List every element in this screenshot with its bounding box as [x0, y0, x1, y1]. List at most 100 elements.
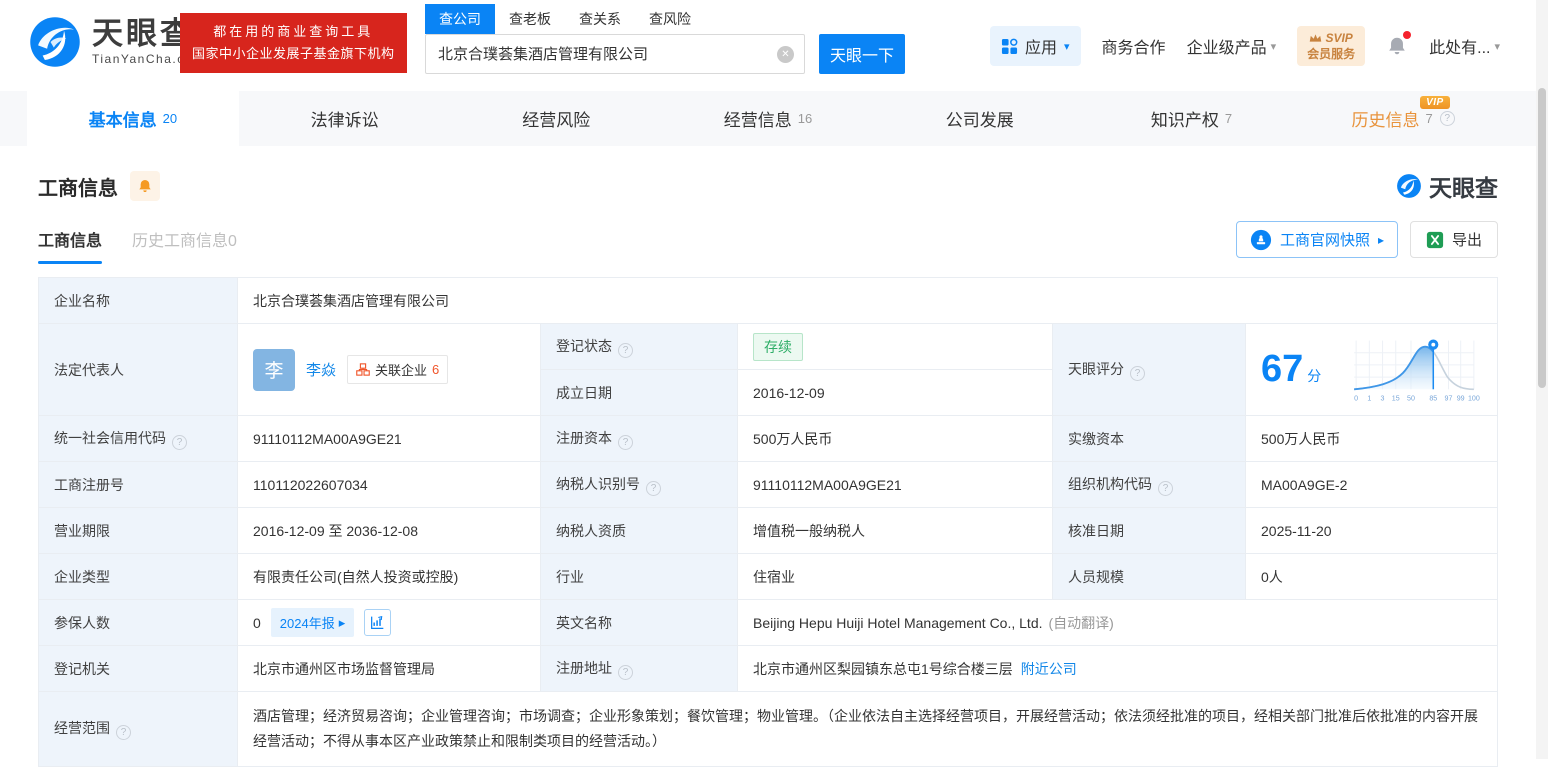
- tab-count: 7: [1425, 111, 1433, 126]
- help-icon[interactable]: ?: [172, 434, 187, 450]
- annual-report-badge[interactable]: 2024年报 ▸: [270, 608, 355, 637]
- tab-history-info[interactable]: VIP 历史信息 7 ?: [1297, 91, 1509, 146]
- excel-icon: [1426, 231, 1444, 248]
- tab-legal-litigation[interactable]: 法律诉讼: [239, 91, 451, 146]
- notifications-bell[interactable]: [1386, 31, 1412, 57]
- table-row: 参保人数 0 2024年报 ▸ 英文名称 Beijing Hepu Huiji …: [38, 599, 1498, 646]
- subtab-business-info[interactable]: 工商信息: [38, 227, 103, 264]
- business-cooperation-link[interactable]: 商务合作: [1102, 34, 1166, 58]
- tab-count: 20: [162, 111, 178, 126]
- table-row: 登记机关 北京市通州区市场监督管理局 注册地址? 北京市通州区梨园镇东总屯1号综…: [38, 645, 1498, 692]
- enterprise-products-link[interactable]: 企业级产品 ▾: [1187, 34, 1277, 58]
- apps-menu[interactable]: 应用 ▾: [990, 26, 1081, 67]
- staff-size-value: 0人: [1245, 553, 1498, 600]
- legal-rep-cell: 李 李焱 关联企业 6: [237, 323, 541, 416]
- svg-text:50: 50: [1407, 394, 1415, 402]
- industry-label: 行业: [540, 553, 738, 600]
- search-tab-company[interactable]: 查公司: [425, 4, 495, 34]
- caret-down-icon: ▾: [1494, 40, 1500, 53]
- user-name: 此处有...: [1429, 40, 1491, 58]
- tab-intellectual-property[interactable]: 知识产权 7: [1086, 91, 1298, 146]
- top-header: 天眼查 TianYanCha.com 都在用的商业查询工具 国家中小企业发展子基…: [0, 0, 1536, 91]
- nearby-companies-link[interactable]: 附近公司: [1021, 661, 1077, 677]
- score-distribution-chart: 0 1 3 15 50 85 97 99 100: [1354, 339, 1480, 402]
- scrollbar-thumb[interactable]: [1538, 88, 1546, 388]
- trend-chart-icon: [371, 615, 384, 629]
- promo-banner: 都在用的商业查询工具 国家中小企业发展子基金旗下机构: [180, 13, 407, 74]
- help-icon[interactable]: ?: [618, 664, 633, 680]
- watermark-text: 天眼查: [1429, 175, 1498, 201]
- export-button[interactable]: 导出: [1409, 221, 1498, 258]
- search-input[interactable]: [426, 35, 761, 71]
- paid-capital-value: 500万人民币: [1245, 415, 1498, 462]
- org-chart-icon: [356, 363, 370, 376]
- tab-basic-info[interactable]: 基本信息 20: [27, 91, 239, 146]
- auto-translate-note: (自动翻译): [1048, 614, 1114, 631]
- org-code-label: 组织机构代码?: [1052, 461, 1246, 508]
- approval-date-label: 核准日期: [1052, 507, 1246, 554]
- reg-number-label: 工商注册号: [38, 461, 238, 508]
- help-icon[interactable]: ?: [1130, 365, 1145, 381]
- tab-operating-info[interactable]: 经营信息 16: [662, 91, 874, 146]
- company-name-value: 北京合璞荟集酒店管理有限公司: [237, 277, 1498, 324]
- scrollbar[interactable]: [1536, 0, 1548, 759]
- table-row: 统一社会信用代码? 91110112MA00A9GE21 注册资本? 500万人…: [38, 415, 1498, 462]
- official-snapshot-button[interactable]: 工商官网快照 ▸: [1235, 221, 1398, 258]
- business-info-table: 企业名称 北京合璞荟集酒店管理有限公司 法定代表人 李 李焱 关联企业 6 登记…: [38, 277, 1498, 767]
- caret-right-icon: ▸: [1377, 232, 1384, 247]
- avatar[interactable]: 李: [253, 348, 295, 391]
- credit-code-value: 91110112MA00A9GE21: [237, 415, 541, 462]
- svg-text:99: 99: [1457, 394, 1465, 402]
- insured-label: 参保人数: [38, 599, 238, 646]
- help-icon[interactable]: ?: [1158, 480, 1173, 496]
- svip-member-badge[interactable]: SVIP 会员服务: [1297, 26, 1366, 67]
- clear-search-icon[interactable]: ✕: [777, 46, 794, 63]
- business-term-value: 2016-12-09 至 2036-12-08: [237, 507, 541, 554]
- notification-dot: [1403, 31, 1412, 40]
- subtab-history-business-info[interactable]: 历史工商信息0: [132, 227, 237, 264]
- tianyancha-logo-icon: [30, 17, 80, 67]
- search-tab-risk[interactable]: 查风险: [635, 4, 705, 34]
- monitor-bell-button[interactable]: [130, 171, 160, 201]
- svg-text:15: 15: [1392, 394, 1400, 402]
- company-section-tabs: 基本信息 20 法律诉讼 经营风险 经营信息 16 公司发展 知识产权 7 VI…: [0, 91, 1536, 146]
- vip-badge: VIP: [1420, 96, 1450, 109]
- help-icon[interactable]: ?: [116, 725, 131, 741]
- reg-number-value: 110112022607034: [237, 461, 541, 508]
- search-tab-relation[interactable]: 查关系: [565, 4, 635, 34]
- related-companies-badge[interactable]: 关联企业 6: [347, 355, 449, 384]
- promo-banner-line2: 国家中小企业发展子基金旗下机构: [192, 46, 395, 62]
- tab-label: 经营信息: [723, 111, 792, 130]
- user-menu[interactable]: 此处有... ▾: [1429, 34, 1500, 58]
- company-type-label: 企业类型: [38, 553, 238, 600]
- search-button[interactable]: 天眼一下: [819, 34, 905, 74]
- en-name-cell: Beijing Hepu Huiji Hotel Management Co.,…: [737, 599, 1498, 646]
- approval-date-value: 2025-11-20: [1245, 507, 1498, 554]
- search-tab-boss[interactable]: 查老板: [495, 4, 565, 34]
- svg-text:3: 3: [1381, 394, 1385, 402]
- help-icon[interactable]: ?: [646, 480, 661, 496]
- insured-trend-button[interactable]: [364, 609, 392, 636]
- section-title: 工商信息: [38, 177, 118, 200]
- table-row: 法定代表人 李 李焱 关联企业 6 登记状态 ? 存续 天眼评分 ? 67 分 …: [38, 323, 1498, 416]
- taxpayer-quality-value: 增值税一般纳税人: [737, 507, 1053, 554]
- svg-text:1: 1: [1367, 394, 1371, 402]
- tab-company-development[interactable]: 公司发展: [874, 91, 1086, 146]
- apps-grid-icon: [1001, 38, 1018, 54]
- taxpayer-quality-label: 纳税人资质: [540, 507, 738, 554]
- help-icon[interactable]: ?: [1439, 111, 1455, 126]
- company-name-label: 企业名称: [38, 277, 238, 324]
- tab-operating-risk[interactable]: 经营风险: [450, 91, 662, 146]
- tab-label: 历史信息: [1351, 111, 1420, 130]
- en-name-value: Beijing Hepu Huiji Hotel Management Co.,…: [753, 614, 1043, 631]
- reg-authority-label: 登记机关: [38, 645, 238, 692]
- est-date-value: 2016-12-09: [737, 369, 1053, 416]
- page: 天眼查 TianYanCha.com 都在用的商业查询工具 国家中小企业发展子基…: [0, 0, 1536, 767]
- score-value[interactable]: 67 分: [1261, 348, 1321, 391]
- legal-rep-link[interactable]: 李焱: [306, 359, 336, 380]
- site-logo[interactable]: 天眼查 TianYanCha.com: [28, 15, 204, 69]
- apps-menu-label: 应用: [1025, 40, 1058, 58]
- tab-label: 法律诉讼: [310, 111, 379, 130]
- help-icon[interactable]: ?: [618, 342, 633, 358]
- help-icon[interactable]: ?: [618, 434, 633, 450]
